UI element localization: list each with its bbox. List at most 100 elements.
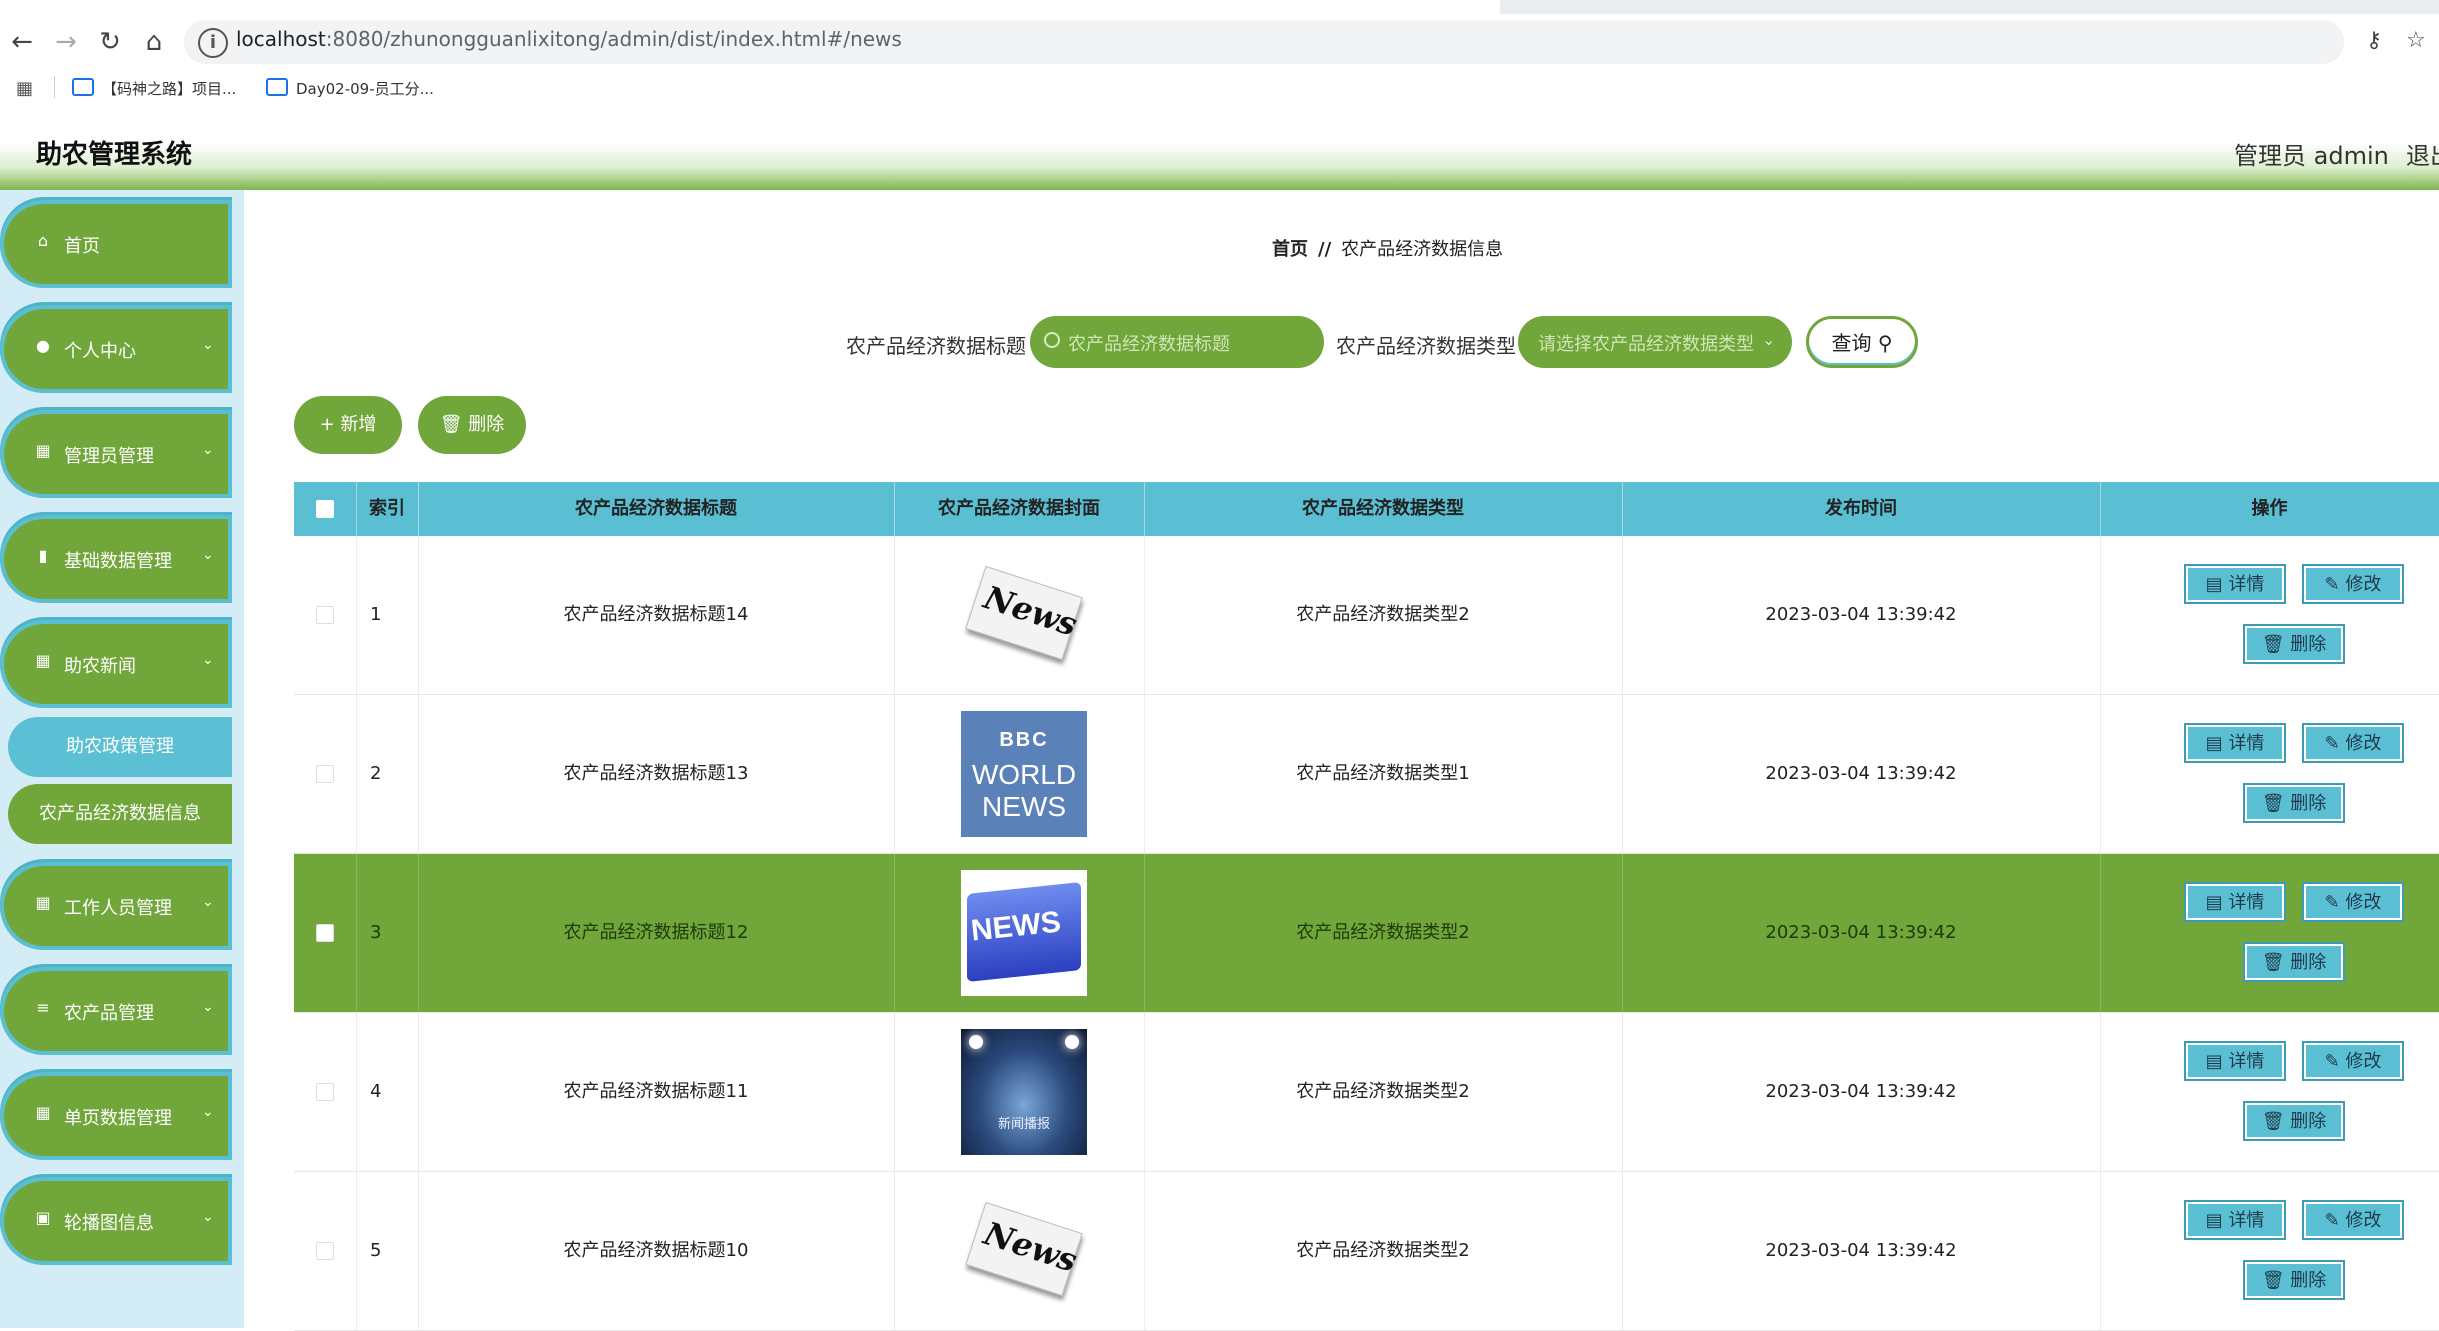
type-select-placeholder: 请选择农产品经济数据类型 bbox=[1538, 334, 1754, 355]
chevron-down-icon: ⌄ bbox=[202, 894, 214, 910]
header-type: 农产品经济数据类型 bbox=[1144, 482, 1623, 536]
edit-button[interactable]: ✎ 修改 bbox=[2302, 1041, 2404, 1081]
cover-image: News bbox=[961, 1188, 1087, 1314]
edit-button[interactable]: ✎ 修改 bbox=[2302, 564, 2404, 604]
delete-button[interactable]: 🗑 删除 bbox=[2243, 1101, 2345, 1141]
chevron-down-icon: ⌄ bbox=[202, 337, 214, 353]
row-checkbox[interactable] bbox=[316, 606, 334, 624]
active-tab[interactable] bbox=[0, 0, 1500, 14]
type-cell: 农产品经济数据类型2 bbox=[1144, 1172, 1623, 1330]
password-key-icon[interactable]: ⚷ bbox=[2366, 28, 2382, 53]
type-cell: 农产品经济数据类型2 bbox=[1144, 1013, 1623, 1171]
row-checkbox[interactable] bbox=[316, 1242, 334, 1260]
bookmark-label: Day02-09-员工分... bbox=[296, 80, 434, 98]
row-checkbox[interactable] bbox=[316, 1083, 334, 1101]
spotlight bbox=[969, 1035, 983, 1049]
forward-icon[interactable]: → bbox=[48, 24, 84, 60]
batch-delete-button[interactable]: 🗑 删除 bbox=[418, 396, 526, 454]
table-row[interactable]: 3 农产品经济数据标题12 NEWS 农产品经济数据类型2 2023-03-04 13:… bbox=[294, 854, 2439, 1013]
cover-text: BBC bbox=[999, 729, 1049, 751]
bookmark-label: 【码神之路】项目... bbox=[102, 80, 237, 98]
home-icon: ⌂ bbox=[37, 231, 49, 250]
logout-link[interactable]: 退出 bbox=[2406, 136, 2439, 171]
pencil-icon: ✎ bbox=[2324, 733, 2340, 754]
detail-button[interactable]: ▤ 详情 bbox=[2184, 1041, 2286, 1081]
sidebar-item-products[interactable]: ≡ 农产品管理 ⌄ bbox=[0, 967, 232, 1055]
table-row[interactable]: 4 农产品经济数据标题11 新闻播报 农产品经济数据类型2 2023-03-04 13:… bbox=[294, 1013, 2439, 1172]
cover-image: News bbox=[961, 552, 1087, 678]
table-row[interactable]: 1 农产品经济数据标题14 News 农产品经济数据类型2 2023-03-04 13:… bbox=[294, 536, 2439, 695]
sliders-icon: ≡ bbox=[36, 998, 50, 1017]
table-row[interactable]: 2 农产品经济数据标题13 BBC WORLD NEWS 农产品经济数据类型1 2023-0… bbox=[294, 695, 2439, 854]
sidebar-item-personal-center[interactable]: ● 个人中心 ⌄ bbox=[0, 305, 232, 393]
cover-text: WORLD bbox=[971, 759, 1077, 790]
trash-icon: 🗑 bbox=[2261, 1111, 2285, 1132]
delete-button[interactable]: 🗑 删除 bbox=[2243, 942, 2345, 982]
sidebar-item-single-page[interactable]: ▦ 单页数据管理 ⌄ bbox=[0, 1072, 232, 1160]
sidebar-item-label: 基础数据管理 bbox=[64, 551, 172, 572]
row-checkbox[interactable] bbox=[316, 924, 334, 942]
apps-grid-icon[interactable]: ▦ bbox=[16, 78, 33, 99]
sidebar-item-news[interactable]: ▦ 助农新闻 ⌄ bbox=[0, 620, 232, 708]
type-select[interactable]: 请选择农产品经济数据类型 ⌄ bbox=[1518, 316, 1792, 368]
url-text[interactable]: localhost:8080/zhunongguanlixitong/admin… bbox=[236, 27, 902, 51]
index-cell: 4 bbox=[356, 1013, 419, 1171]
type-cell: 农产品经济数据类型1 bbox=[1144, 695, 1623, 853]
home-icon[interactable]: ⌂ bbox=[136, 24, 172, 60]
actions-cell bbox=[2100, 1013, 2439, 1171]
reload-icon[interactable]: ↻ bbox=[92, 24, 128, 60]
detail-button[interactable]: ▤ 详情 bbox=[2184, 882, 2286, 922]
grid-icon: ▦ bbox=[35, 441, 51, 460]
title-search-input[interactable]: 农产品经济数据标题 bbox=[1030, 316, 1324, 368]
title-cell: 农产品经济数据标题10 bbox=[418, 1172, 895, 1330]
delete-label: 删除 bbox=[2290, 1111, 2327, 1132]
edit-button[interactable]: ✎ 修改 bbox=[2302, 882, 2404, 922]
edit-button[interactable]: ✎ 修改 bbox=[2302, 1200, 2404, 1240]
sidebar-item-carousel[interactable]: ▣ 轮播图信息 ⌄ bbox=[0, 1177, 232, 1265]
sidebar-item-home[interactable]: ⌂ 首页 bbox=[0, 200, 232, 288]
query-button[interactable]: 查询 ⚲ bbox=[1806, 316, 1918, 368]
chevron-down-icon: ⌄ bbox=[202, 999, 214, 1015]
image-icon: ▣ bbox=[35, 1208, 51, 1227]
header-cover: 农产品经济数据封面 bbox=[894, 482, 1145, 536]
chevron-down-icon: ⌄ bbox=[202, 547, 214, 563]
index-cell: 1 bbox=[356, 536, 419, 694]
delete-button[interactable]: 🗑 删除 bbox=[2243, 783, 2345, 823]
sidebar-item-staff[interactable]: ▦ 工作人员管理 ⌄ bbox=[0, 862, 232, 950]
sidebar-item-basic-data[interactable]: ▮ 基础数据管理 ⌄ bbox=[0, 515, 232, 603]
delete-label: 删除 bbox=[468, 414, 505, 435]
sidebar-item-admin-management[interactable]: ▦ 管理员管理 ⌄ bbox=[0, 410, 232, 498]
index-value: 4 bbox=[370, 1081, 382, 1102]
delete-button[interactable]: 🗑 删除 bbox=[2243, 1260, 2345, 1300]
index-cell: 2 bbox=[356, 695, 419, 853]
back-icon[interactable]: ← bbox=[4, 24, 40, 60]
table-row[interactable]: 5 农产品经济数据标题10 News 农产品经济数据类型2 2023-03-04 13:… bbox=[294, 1172, 2439, 1331]
delete-button[interactable]: 🗑 删除 bbox=[2243, 624, 2345, 664]
time-cell: 2023-03-04 13:39:42 bbox=[1622, 1013, 2101, 1171]
cover-image: BBC WORLD NEWS bbox=[961, 711, 1087, 837]
bookmark-star-icon[interactable]: ☆ bbox=[2406, 28, 2426, 53]
header-index: 索引 bbox=[356, 482, 419, 536]
site-info-icon[interactable]: i bbox=[198, 28, 228, 58]
bookmark-item[interactable]: Day02-09-员工分... bbox=[266, 78, 434, 99]
bookmark-separator bbox=[54, 76, 55, 98]
edit-label: 修改 bbox=[2345, 892, 2382, 913]
bookmark-item[interactable]: 【码神之路】项目... bbox=[72, 78, 236, 99]
user-label: 管理员 admin bbox=[2234, 142, 2389, 170]
index-value: 3 bbox=[370, 922, 382, 943]
add-button[interactable]: + 新增 bbox=[294, 396, 402, 454]
detail-button[interactable]: ▤ 详情 bbox=[2184, 1200, 2286, 1240]
url-path: :8080/zhunongguanlixitong/admin/dist/ind… bbox=[325, 27, 902, 51]
type-filter-label: 农产品经济数据类型 bbox=[1336, 334, 1516, 358]
detail-button[interactable]: ▤ 详情 bbox=[2184, 564, 2286, 604]
header-select-cell bbox=[294, 482, 357, 536]
edit-button[interactable]: ✎ 修改 bbox=[2302, 723, 2404, 763]
sidebar-subitem-policy[interactable]: 助农政策管理 bbox=[8, 717, 232, 777]
detail-button[interactable]: ▤ 详情 bbox=[2184, 723, 2286, 763]
select-cell bbox=[294, 1172, 357, 1330]
row-checkbox[interactable] bbox=[316, 765, 334, 783]
select-all-checkbox[interactable] bbox=[316, 500, 334, 518]
trash-icon: 🗑 bbox=[2261, 952, 2285, 973]
sidebar-subitem-economic-data[interactable]: 农产品经济数据信息 bbox=[8, 784, 232, 844]
breadcrumb-home[interactable]: 首页 bbox=[1272, 239, 1308, 260]
